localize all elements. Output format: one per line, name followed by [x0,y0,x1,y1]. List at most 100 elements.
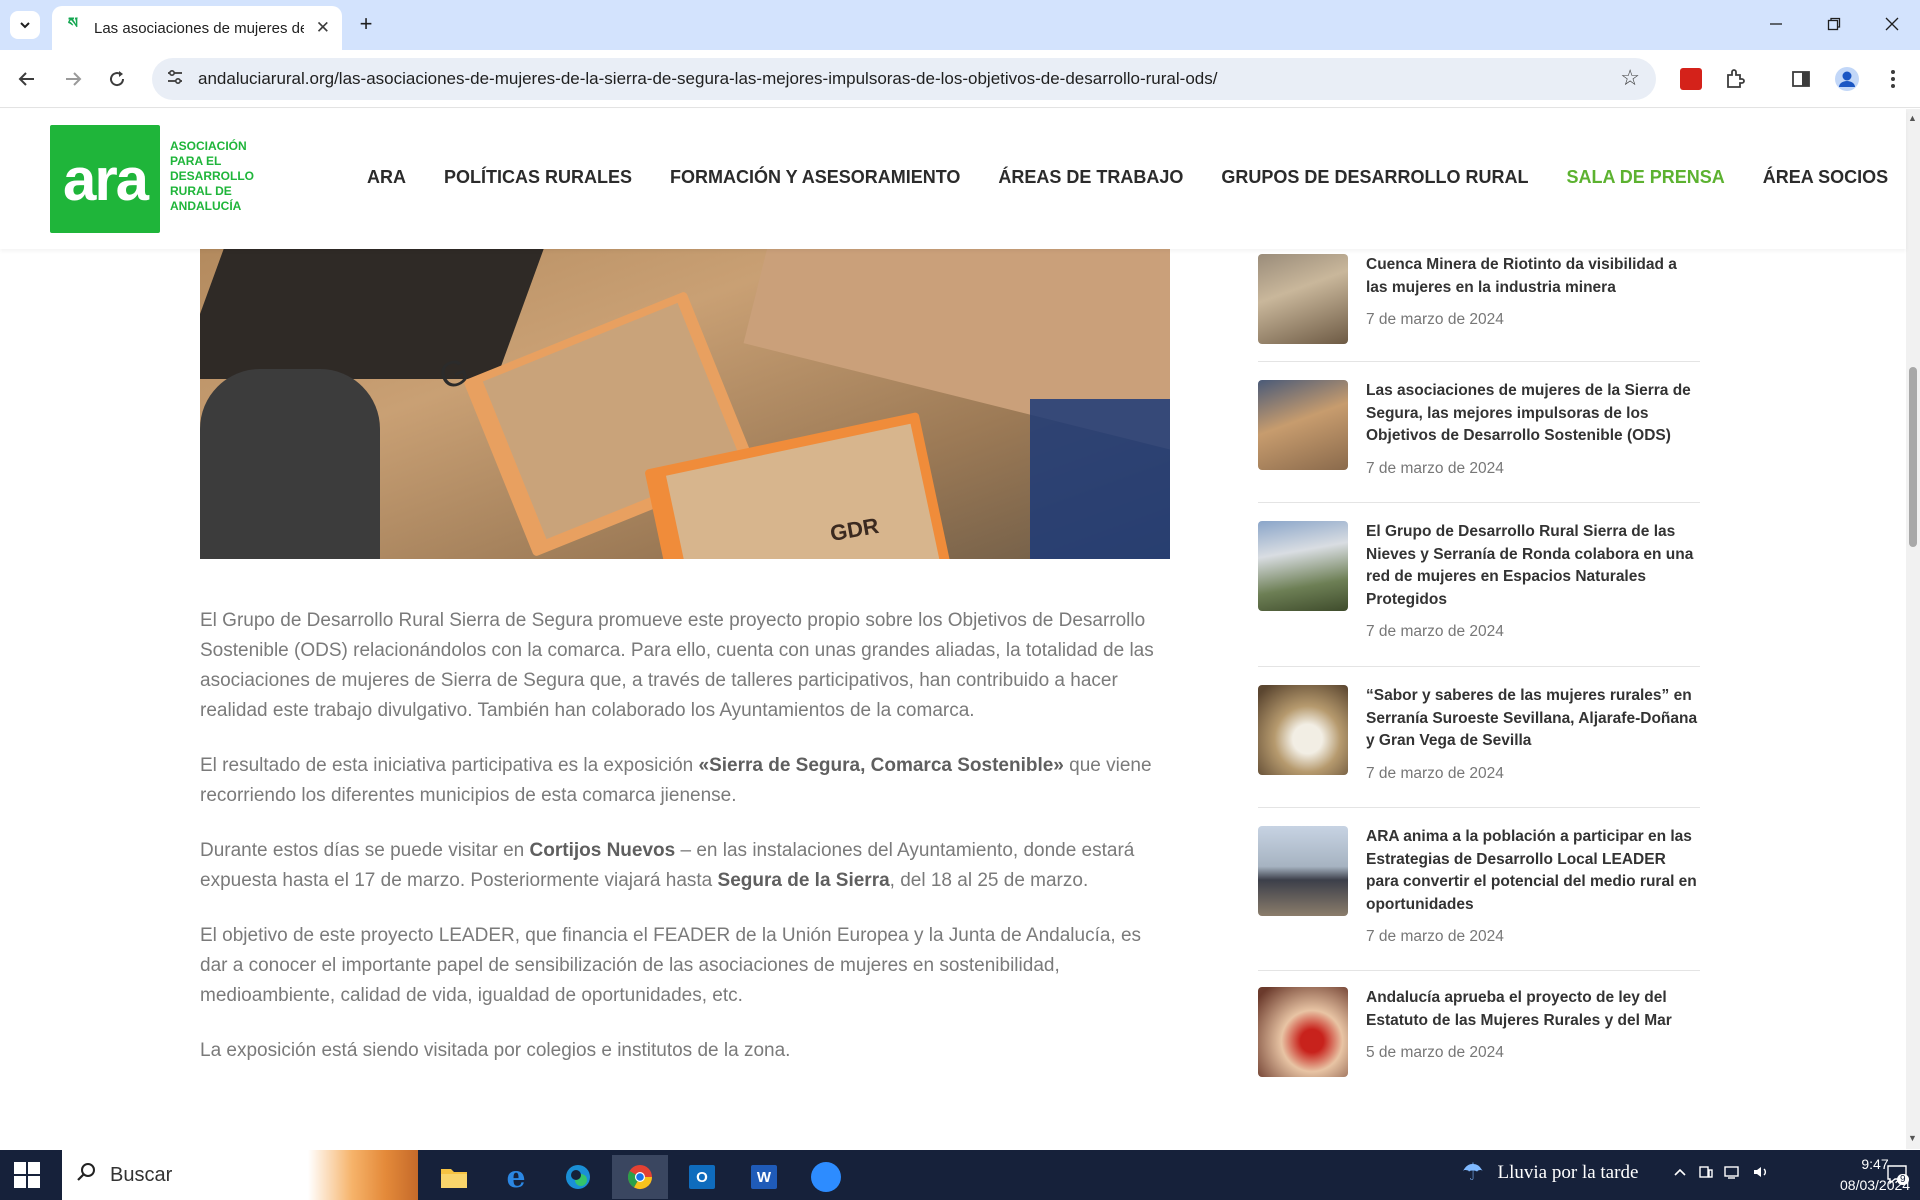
main-nav: ARA POLÍTICAS RURALES FORMACIÓN Y ASESOR… [367,167,1888,188]
device-icon[interactable] [1698,1164,1714,1185]
post-thumbnail[interactable] [1258,521,1348,611]
taskbar-search[interactable]: Buscar [62,1150,418,1200]
url-text[interactable]: andaluciarural.org/las-asociaciones-de-m… [198,69,1217,89]
minimize-button[interactable] [1748,0,1804,48]
ara-logo[interactable]: ara [50,125,160,233]
post-date: 7 de marzo de 2024 [1366,623,1504,640]
post-title[interactable]: El Grupo de Desarrollo Rural Sierra de l… [1366,521,1700,611]
recent-posts-sidebar: Cuenca Minera de Riotinto da visibilidad… [1258,249,1700,1091]
windows-taskbar: Buscar e O W ☂ Lluvia por la tarde 9:47 … [0,1150,1920,1200]
internet-explorer-icon[interactable]: e [488,1155,544,1199]
edge-icon[interactable] [550,1155,606,1199]
scroll-down-icon[interactable]: ▼ [1908,1133,1917,1143]
post-date: 7 de marzo de 2024 [1366,311,1504,328]
extensions-puzzle-icon[interactable] [1720,64,1750,94]
system-tray [1672,1164,1770,1185]
logo-text: ara [62,145,149,213]
post-thumbnail[interactable] [1258,826,1348,916]
article-paragraph-1: El Grupo de Desarrollo Rural Sierra de S… [200,610,1154,721]
bookmark-star-icon[interactable]: ☆ [1620,65,1640,91]
post-thumbnail[interactable] [1258,987,1348,1077]
reload-button[interactable] [100,62,134,96]
scrollbar-thumb[interactable] [1909,367,1917,547]
article-paragraph-5: La exposición está siendo visitada por c… [200,1040,791,1061]
new-tab-button[interactable]: + [352,10,380,38]
minimize-icon [1770,23,1782,25]
post-title[interactable]: ARA anima a la población a participar en… [1366,826,1700,916]
arrow-right-icon [66,72,82,86]
nav-item-formacion[interactable]: FORMACIÓN Y ASESORAMIENTO [670,167,960,188]
notification-center-icon[interactable]: 9 [1886,1164,1910,1191]
post-title[interactable]: Andalucía aprueba el proyecto de ley del… [1366,987,1700,1032]
zoom-icon[interactable] [798,1155,854,1199]
chevron-down-icon [20,22,30,29]
recent-post[interactable]: ARA anima a la población a participar en… [1258,808,1700,971]
browser-tab-active[interactable]: ས Las asociaciones de mujeres de ✕ [52,6,342,50]
article-body: El Grupo de Desarrollo Rural Sierra de S… [200,606,1170,1091]
close-window-button[interactable] [1864,0,1920,48]
article-paragraph-2: El resultado de esta iniciativa particip… [200,755,1152,806]
scroll-up-icon[interactable]: ▲ [1908,113,1917,123]
nav-item-area-socios[interactable]: ÁREA SOCIOS [1763,167,1888,188]
tray-chevron-up-icon[interactable] [1672,1164,1688,1185]
close-icon [1885,17,1899,31]
recent-post[interactable]: Las asociaciones de mujeres de la Sierra… [1258,362,1700,503]
post-thumbnail[interactable] [1258,254,1348,344]
weather-widget[interactable]: ☂ Lluvia por la tarde [1462,1158,1638,1187]
site-info-icon[interactable] [166,68,188,91]
browser-toolbar: andaluciarural.org/las-asociaciones-de-m… [0,50,1920,108]
search-icon [76,1162,96,1188]
tab-title: Las asociaciones de mujeres de [94,19,304,37]
browser-tab-bar: ས Las asociaciones de mujeres de ✕ + [0,0,1920,50]
recent-post[interactable]: Cuenca Minera de Riotinto da visibilidad… [1258,249,1700,362]
umbrella-icon: ☂ [1462,1160,1484,1186]
profile-avatar-icon[interactable] [1832,64,1862,94]
back-button[interactable] [10,62,44,96]
post-date: 7 de marzo de 2024 [1366,928,1504,945]
reload-icon [110,71,125,87]
restore-button[interactable] [1806,0,1862,48]
nav-item-politicas-rurales[interactable]: POLÍTICAS RURALES [444,167,632,188]
nav-item-areas-trabajo[interactable]: ÁREAS DE TRABAJO [998,167,1183,188]
site-favicon-icon: ས [67,15,79,32]
word-icon[interactable]: W [736,1155,792,1199]
arrow-left-icon [18,72,34,86]
tab-close-icon[interactable]: ✕ [316,18,330,38]
pdf-extension-icon[interactable] [1676,64,1706,94]
post-title[interactable]: Cuenca Minera de Riotinto da visibilidad… [1366,254,1700,299]
post-title[interactable]: “Sabor y saberes de las mujeres rurales”… [1366,685,1700,753]
restore-icon [1827,17,1841,31]
file-explorer-icon[interactable] [426,1155,482,1199]
notification-count-badge: 9 [1897,1174,1909,1185]
post-title[interactable]: Las asociaciones de mujeres de la Sierra… [1366,380,1700,448]
network-icon[interactable] [1724,1164,1742,1185]
chrome-icon[interactable] [612,1155,668,1199]
article-paragraph-4: El objetivo de este proyecto LEADER, que… [200,925,1142,1006]
post-date: 7 de marzo de 2024 [1366,764,1504,782]
article-hero-image: G GDR [200,249,1170,559]
volume-icon[interactable] [1752,1164,1770,1185]
post-thumbnail[interactable] [1258,380,1348,470]
side-panel-icon[interactable] [1786,64,1816,94]
windows-start-icon[interactable] [14,1162,40,1188]
nav-item-ara[interactable]: ARA [367,167,406,188]
forward-button[interactable] [56,62,90,96]
search-placeholder: Buscar [110,1163,173,1186]
address-bar[interactable]: andaluciarural.org/las-asociaciones-de-m… [152,58,1656,100]
post-thumbnail[interactable] [1258,685,1348,775]
tab-search-button[interactable] [10,11,40,39]
menu-kebab-icon[interactable] [1878,64,1908,94]
nav-item-grupos[interactable]: GRUPOS DE DESARROLLO RURAL [1221,167,1528,188]
recent-post[interactable]: “Sabor y saberes de las mujeres rurales”… [1258,667,1700,808]
recent-post[interactable]: El Grupo de Desarrollo Rural Sierra de l… [1258,503,1700,667]
post-date: 5 de marzo de 2024 [1366,1044,1504,1061]
page-scrollbar[interactable]: ▲ ▼ [1906,109,1920,1149]
nav-item-sala-prensa[interactable]: SALA DE PRENSA [1566,167,1724,188]
site-header: ara ASOCIACIÓN PARA EL DESARROLLO RURAL … [0,109,1906,249]
logo-subtitle: ASOCIACIÓN PARA EL DESARROLLO RURAL DE A… [170,139,254,213]
outlook-icon[interactable]: O [674,1155,730,1199]
search-highlight-illustration [308,1150,418,1200]
article-paragraph-3: Durante estos días se puede visitar en C… [200,840,1135,891]
recent-post[interactable]: Andalucía aprueba el proyecto de ley del… [1258,971,1700,1091]
post-date: 7 de marzo de 2024 [1366,459,1504,477]
